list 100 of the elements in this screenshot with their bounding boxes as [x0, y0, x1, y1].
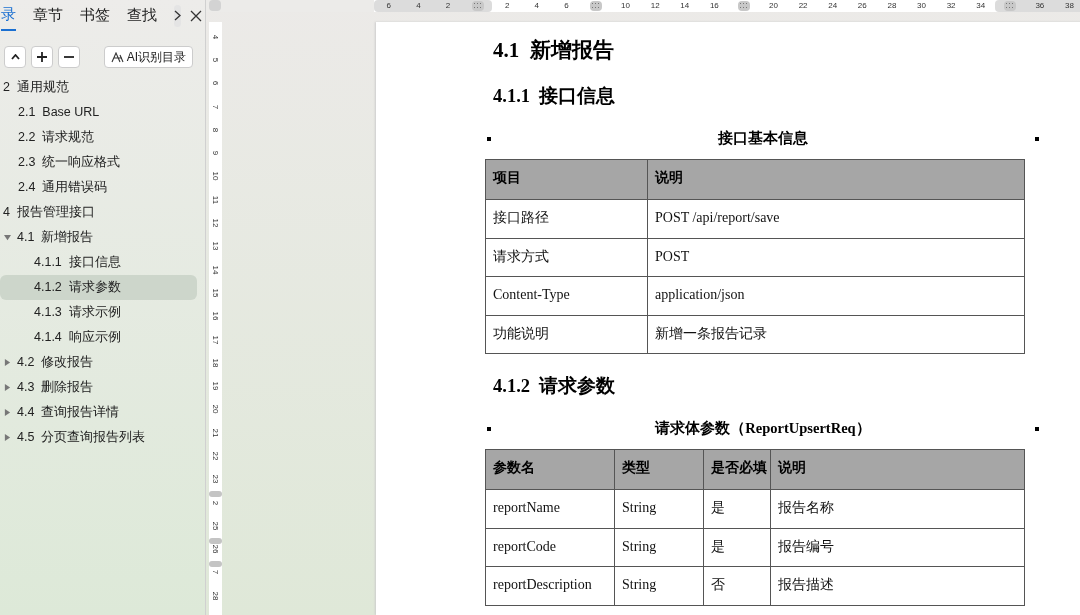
- outline-item[interactable]: 4.4 查询报告详情: [0, 400, 197, 425]
- ruler-number: 16: [709, 0, 719, 12]
- table-cell: String: [615, 567, 704, 605]
- subsection-heading: 4.1.1 接口信息: [493, 84, 617, 108]
- table-caption: 请求体参数（ReportUpsertReq）: [653, 419, 872, 439]
- collapsed-triangle-icon[interactable]: [4, 409, 11, 416]
- panel-tab[interactable]: 查找: [127, 0, 157, 31]
- ruler-number: 12: [211, 218, 220, 228]
- table-cell: 接口路径: [486, 200, 648, 238]
- panel-tab[interactable]: 书签: [80, 0, 110, 31]
- ruler-number: 4: [416, 0, 421, 12]
- ruler-number: 18: [211, 358, 220, 368]
- outline-item[interactable]: 4.3 删除报告: [0, 375, 197, 400]
- ruler-number: 26: [857, 0, 867, 12]
- ruler-number: 23: [211, 474, 220, 484]
- table-cell: 是: [704, 490, 771, 528]
- caret-up-icon: [10, 54, 20, 60]
- table-header-cell-text: 说明: [654, 169, 684, 187]
- ruler-number: 11: [211, 195, 220, 204]
- ruler-number: 7: [211, 570, 220, 575]
- ruler-number: 2: [445, 0, 451, 12]
- outline-item[interactable]: 2.1 Base URL: [0, 100, 197, 125]
- ruler-number: 10: [621, 0, 630, 12]
- table-cell: 请求方式: [486, 238, 648, 276]
- ruler-number: 4: [534, 0, 539, 12]
- table-cell-text: POST /api/report/save: [654, 209, 781, 227]
- chevron-right-icon[interactable]: [174, 4, 181, 27]
- outline-item[interactable]: 4.1 新增报告: [0, 225, 197, 250]
- plus-icon: [37, 52, 47, 62]
- collapsed-triangle-icon[interactable]: [4, 434, 11, 441]
- outline-item[interactable]: 4.2 修改报告: [0, 350, 197, 375]
- table-header-cell: 是否必填: [704, 450, 771, 489]
- ruler-grip-icon[interactable]: [471, 1, 484, 11]
- table-cell-text: POST: [654, 247, 691, 266]
- ai-outline-button[interactable]: AI识别目录: [103, 46, 193, 68]
- outline-item[interactable]: 4.1.2 请求参数: [0, 275, 197, 300]
- ruler-grip-icon[interactable]: [209, 560, 222, 567]
- ruler-number: 28: [211, 591, 220, 601]
- expanded-triangle-icon[interactable]: [4, 234, 11, 241]
- ruler-number: 32: [946, 0, 956, 12]
- table-cell: reportDescription: [486, 567, 615, 605]
- ruler-number: 20: [769, 0, 778, 12]
- ruler-number: 13: [211, 241, 220, 251]
- ruler-number: 14: [680, 0, 690, 12]
- outline-item[interactable]: 4.1.3 请求示例: [0, 300, 197, 325]
- table-header-cell: 类型: [615, 450, 704, 489]
- table-cell-text: 报告编号: [777, 537, 835, 556]
- outline-item[interactable]: 4.1.1 接口信息: [0, 250, 197, 275]
- ruler-number: 34: [976, 0, 986, 12]
- ruler-grip-icon[interactable]: [209, 490, 222, 497]
- outline-item[interactable]: 4 报告管理接口: [0, 200, 197, 225]
- ruler-number: 6: [564, 0, 569, 12]
- table-cell: 否: [704, 567, 771, 605]
- ruler-grip-icon[interactable]: [737, 1, 750, 11]
- collapsed-triangle-icon[interactable]: [4, 384, 11, 391]
- outline-item[interactable]: 4.1.4 响应示例: [0, 325, 197, 350]
- panel-tab[interactable]: 录: [1, 0, 16, 31]
- ruler-number: 22: [211, 451, 220, 461]
- ruler-grip-icon[interactable]: [209, 537, 222, 544]
- ruler-grip-icon[interactable]: [589, 1, 602, 11]
- table-header-cell: 参数名: [486, 450, 615, 489]
- ruler-number: 5: [211, 57, 220, 63]
- section-heading: 4.1 新增报告: [493, 37, 615, 64]
- ruler-number: 20: [211, 404, 220, 414]
- remove-button[interactable]: [58, 46, 80, 68]
- table-cell: String: [615, 528, 704, 566]
- collapse-up-button[interactable]: [4, 46, 26, 68]
- close-icon[interactable]: [190, 8, 202, 23]
- outline-item[interactable]: 2 通用规范: [0, 75, 197, 100]
- collapsed-triangle-icon[interactable]: [4, 359, 11, 366]
- subsection-heading: 4.1.2 请求参数: [493, 375, 617, 398]
- ruler-number: 15: [211, 288, 220, 298]
- add-button[interactable]: [31, 46, 53, 68]
- outline-item[interactable]: 2.2 请求规范: [0, 125, 197, 150]
- ruler-number: 12: [650, 0, 660, 12]
- ruler-number: 24: [828, 0, 838, 12]
- table-cell-text: application/json: [654, 286, 746, 304]
- table-caption: 接口基本信息: [717, 129, 809, 149]
- ruler-number: 25: [211, 521, 220, 531]
- ruler-number: 6: [386, 0, 391, 12]
- table-header-cell: 项目: [486, 160, 648, 199]
- table-cell: 是: [704, 528, 771, 566]
- ruler-number: 36: [1035, 0, 1045, 12]
- ruler-number: 14: [211, 265, 220, 275]
- ruler-number: 28: [887, 0, 897, 12]
- panel-tab[interactable]: 章节: [33, 0, 63, 31]
- outline-item[interactable]: 2.3 统一响应格式: [0, 150, 197, 175]
- ruler-number: 22: [798, 0, 808, 12]
- ruler-number: 10: [211, 171, 220, 181]
- ruler-number: 17: [211, 335, 220, 344]
- outline-item[interactable]: 4.5 分页查询报告列表: [0, 425, 197, 450]
- table-header-cell-text: 说明: [777, 459, 807, 477]
- ruler-number: 21: [211, 428, 220, 438]
- ruler-number: 8: [211, 127, 220, 133]
- table-cell: 功能说明: [486, 315, 648, 353]
- ruler-grip-icon[interactable]: [1004, 1, 1017, 11]
- ruler-number: 2: [211, 500, 220, 505]
- outline-item[interactable]: 2.4 通用错误码: [0, 175, 197, 200]
- table-cell-text: 报告名称: [777, 499, 835, 517]
- ruler-number: 4: [211, 34, 220, 39]
